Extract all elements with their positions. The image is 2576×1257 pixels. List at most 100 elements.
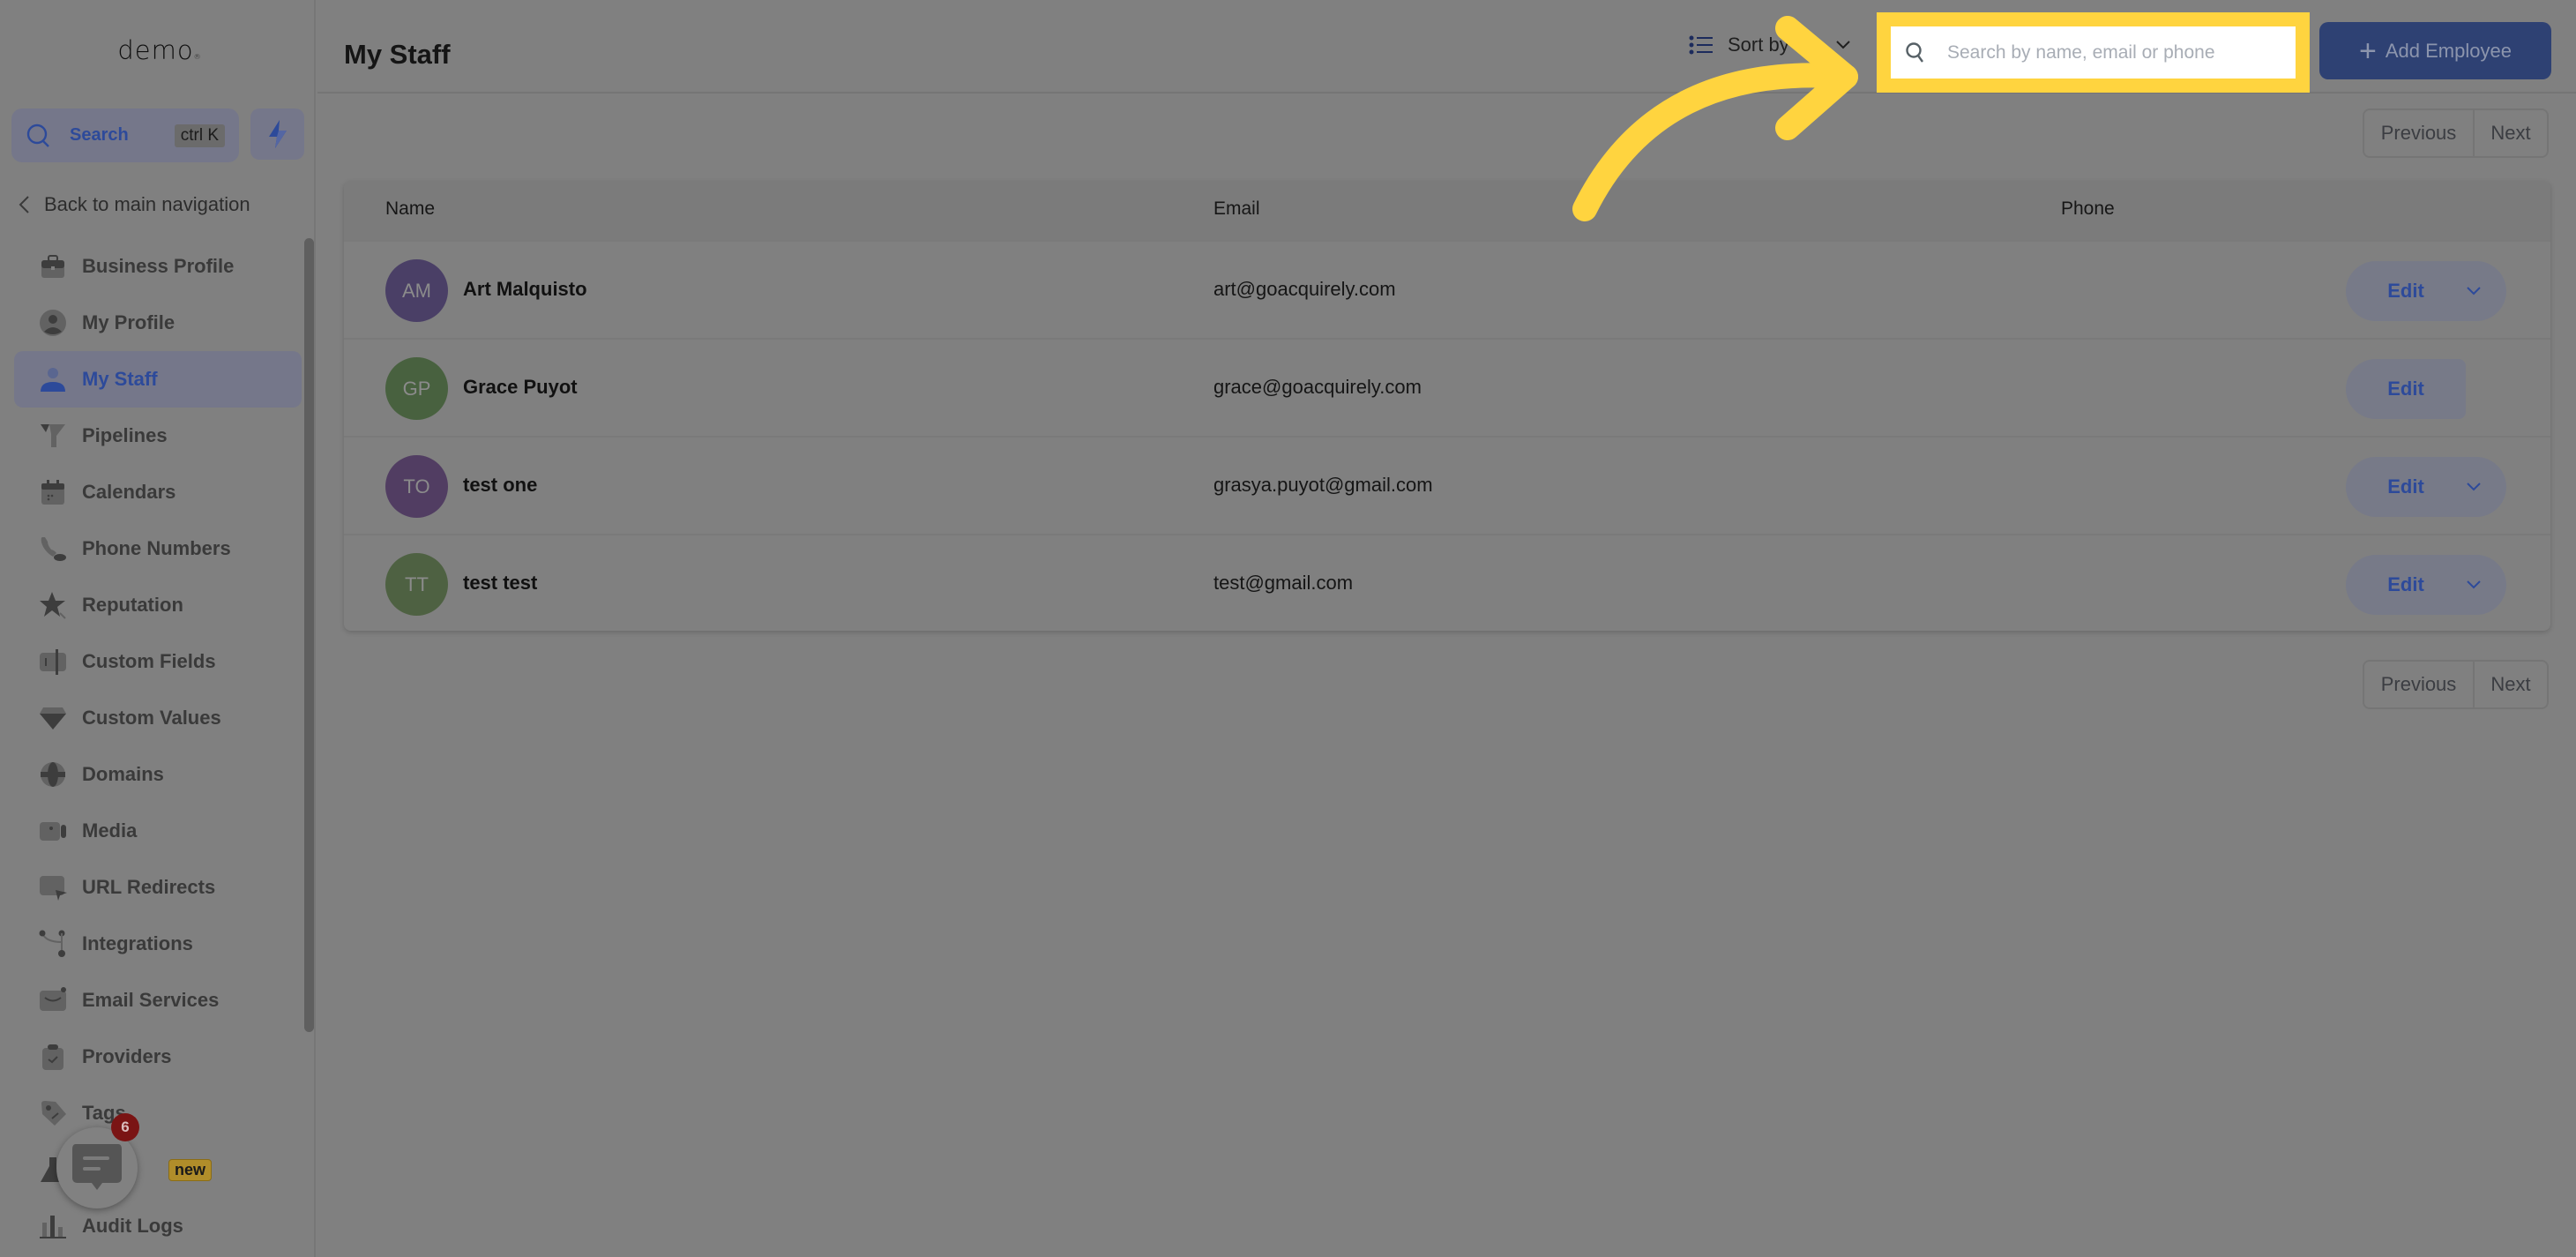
edit-button[interactable]: Edit — [2346, 378, 2466, 400]
table-row: TT test test test@gmail.com Edit — [344, 534, 2550, 631]
search-input[interactable] — [1947, 34, 2282, 71]
sidebar-item-my-staff[interactable]: My Staff — [14, 351, 302, 408]
avatar-initials: TO — [403, 475, 430, 498]
sidebar-item-tags[interactable]: Tags — [14, 1085, 302, 1141]
sidebar-item-reputation[interactable]: Reputation — [14, 577, 302, 633]
edit-button[interactable]: Edit — [2346, 475, 2466, 498]
column-header-phone: Phone — [2061, 198, 2115, 219]
chevron-down-icon — [1835, 41, 1850, 49]
sidebar-item-email-services[interactable]: Email Services — [14, 972, 302, 1029]
sidebar-item-url-redirects[interactable]: URL Redirects — [14, 859, 302, 916]
back-label: Back to main navigation — [44, 193, 250, 215]
nav-label: Domains — [82, 763, 164, 785]
add-employee-label: Add Employee — [2385, 39, 2512, 62]
edit-button[interactable]: Edit — [2346, 573, 2466, 596]
edit-dropdown-toggle[interactable] — [2466, 580, 2506, 590]
sidebar-item-domains[interactable]: Domains — [14, 746, 302, 803]
video-icon — [39, 817, 67, 845]
app-logo[interactable]: demo® — [111, 35, 208, 67]
employee-email: test@gmail.com — [1213, 572, 1354, 594]
sidebar-item-pipelines[interactable]: Pipelines — [14, 408, 302, 464]
table-body: AM Art Malquisto art@goacquirely.com Edi… — [344, 240, 2550, 631]
chat-icon — [72, 1144, 122, 1190]
table-row: GP Grace Puyot grace@goacquirely.com Edi… — [344, 338, 2550, 436]
clipboard-check-icon — [39, 1043, 67, 1071]
chat-unread-badge: 6 — [111, 1113, 139, 1141]
funnel-icon — [39, 422, 67, 450]
edit-dropdown-toggle[interactable] — [2466, 482, 2506, 492]
avatar-initials: AM — [402, 279, 431, 302]
employee-name: Grace Puyot — [463, 376, 578, 398]
sidebar-item-my-profile[interactable]: My Profile — [14, 295, 302, 351]
nav-label: Phone Numbers — [82, 537, 231, 559]
back-to-main-navigation-link[interactable]: Back to main navigation — [18, 190, 250, 220]
column-header-name: Name — [385, 198, 436, 219]
next-page-button[interactable]: Next — [2475, 662, 2547, 707]
chevron-down-icon — [2467, 483, 2481, 491]
globe-icon — [39, 760, 67, 789]
avatar-initials: GP — [402, 377, 431, 400]
nav-label: Custom Fields — [82, 650, 216, 672]
user-icon — [39, 365, 67, 393]
sidebar-scrollbar[interactable] — [304, 238, 314, 1032]
edit-button-group: Edit — [2346, 261, 2506, 321]
nav-label: Business Profile — [82, 255, 235, 277]
nav-label: Email Services — [82, 989, 220, 1011]
avatar-initials: TT — [405, 572, 429, 595]
nav-label: Integrations — [82, 932, 193, 954]
chevron-down-icon — [2467, 580, 2481, 589]
employee-email: grasya.puyot@gmail.com — [1213, 474, 1433, 496]
page-title: My Staff — [344, 39, 451, 70]
table-row: AM Art Malquisto art@goacquirely.com Edi… — [344, 240, 2550, 338]
sidebar-item-custom-values[interactable]: Custom Values — [14, 690, 302, 746]
sidebar-item-providers[interactable]: Providers — [14, 1029, 302, 1085]
sort-by-dropdown[interactable]: Sort by — [1689, 34, 1851, 56]
nav-label: Reputation — [82, 594, 183, 616]
quick-actions-button[interactable] — [250, 108, 304, 160]
avatar: AM — [385, 259, 448, 322]
integrations-icon — [39, 930, 67, 958]
nav-label: Calendars — [82, 481, 176, 503]
next-page-button[interactable]: Next — [2475, 110, 2547, 156]
list-icon — [1689, 35, 1713, 55]
nav-label: Media — [82, 819, 138, 842]
chevron-left-icon — [19, 196, 29, 213]
edit-button-group: Edit — [2346, 457, 2506, 517]
nav-label: Audit Logs — [82, 1215, 183, 1237]
sidebar-item-audit-logs[interactable]: Audit Logs — [14, 1198, 302, 1254]
bar-chart-icon — [39, 1212, 67, 1240]
employee-email: art@goacquirely.com — [1213, 278, 1396, 300]
mail-icon — [39, 986, 67, 1014]
avatar: TO — [385, 455, 448, 518]
table-header: Name Email Phone — [344, 181, 2550, 240]
user-circle-icon — [39, 309, 67, 337]
nav-label: Custom Values — [82, 707, 221, 729]
sidebar-item-phone-numbers[interactable]: Phone Numbers — [14, 520, 302, 577]
sidebar-item-media[interactable]: Media — [14, 803, 302, 859]
avatar: TT — [385, 553, 448, 616]
edit-button-group: Edit — [2346, 359, 2466, 419]
avatar: GP — [385, 357, 448, 420]
pagination-bottom: Previous Next — [2363, 660, 2549, 709]
search-shortcut: ctrl K — [174, 124, 225, 147]
previous-page-button[interactable]: Previous — [2364, 110, 2475, 156]
sidebar-item-integrations[interactable]: Integrations — [14, 916, 302, 972]
search-icon — [1906, 41, 1923, 63]
employee-email: grace@goacquirely.com — [1213, 376, 1422, 398]
previous-page-button[interactable]: Previous — [2364, 662, 2475, 707]
search-icon — [26, 123, 49, 147]
sidebar-item-custom-fields[interactable]: Custom Fields — [14, 633, 302, 690]
sidebar-item-business-profile[interactable]: Business Profile — [14, 238, 302, 295]
add-employee-button[interactable]: + Add Employee — [2319, 22, 2551, 79]
employee-search-field[interactable] — [1891, 26, 2296, 79]
global-search-button[interactable]: Search ctrl K — [11, 108, 239, 162]
nav-label: Providers — [82, 1045, 172, 1067]
employee-name: test test — [463, 572, 538, 594]
plus-icon: + — [2359, 34, 2377, 68]
edit-button[interactable]: Edit — [2346, 280, 2466, 303]
edit-dropdown-toggle[interactable] — [2466, 286, 2506, 296]
chevron-down-icon — [2467, 287, 2481, 296]
sidebar-item-calendars[interactable]: Calendars — [14, 464, 302, 520]
employee-name: test one — [463, 474, 538, 496]
calendar-icon — [39, 478, 67, 506]
